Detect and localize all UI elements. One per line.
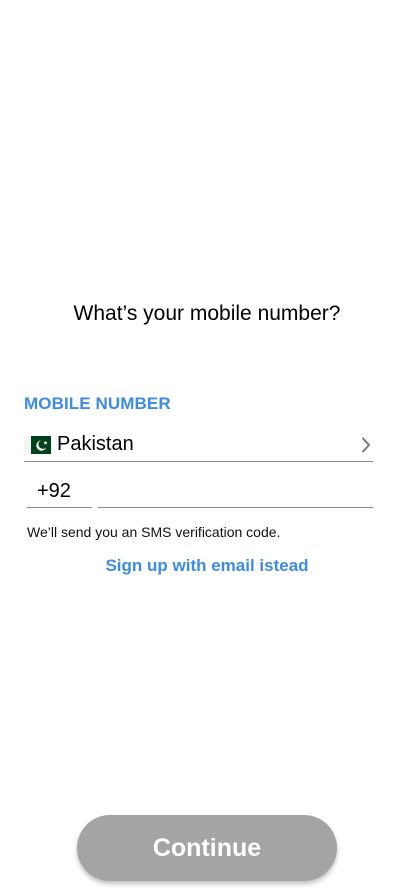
pakistan-flag-icon — [24, 435, 51, 454]
dial-code[interactable]: +92 — [27, 476, 92, 508]
page-title: What’s your mobile number? — [73, 302, 341, 325]
chevron-right-icon — [359, 435, 373, 455]
continue-button[interactable]: Continue — [77, 815, 337, 881]
sms-hint-text: We’ll send you an SMS verification code. — [27, 524, 281, 540]
sign-up-with-email-link[interactable]: Sign up with email istead — [0, 556, 414, 576]
phone-number-input[interactable] — [98, 476, 373, 508]
country-name: Pakistan — [57, 433, 134, 455]
country-selector[interactable]: Pakistan — [24, 428, 373, 462]
mobile-number-label: MOBILE NUMBER — [24, 394, 171, 413]
